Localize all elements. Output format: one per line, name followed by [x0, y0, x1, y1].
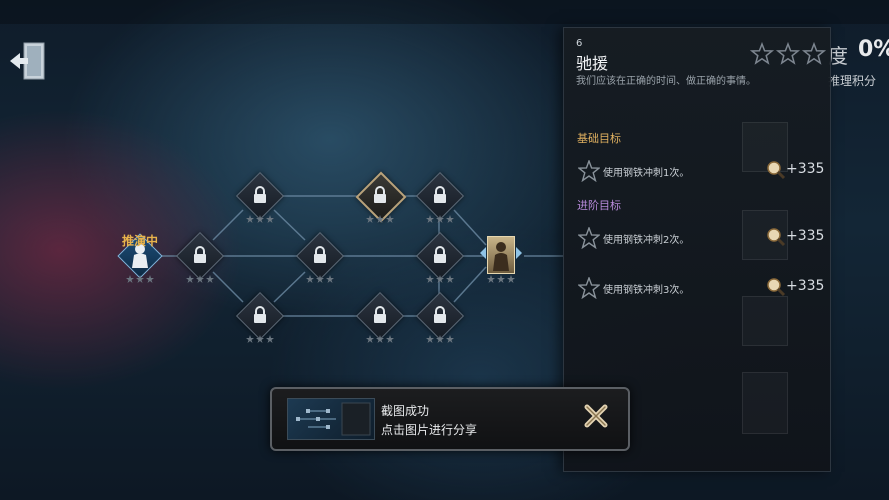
lock-icon: [434, 306, 446, 323]
map-node-locked[interactable]: [355, 291, 405, 343]
node-stars-icon: [426, 275, 454, 283]
node-stars-icon: [487, 275, 515, 283]
goal-text: 使用钢铁冲刺3次。: [603, 285, 690, 296]
map-node-chapter-portrait[interactable]: [478, 233, 524, 283]
node-stars-icon: [306, 275, 334, 283]
goal-text: 使用钢铁冲刺1次。: [603, 168, 690, 179]
close-icon[interactable]: [580, 400, 612, 432]
magnifier-icon: [767, 228, 786, 247]
node-stars-icon: [246, 335, 274, 343]
node-stars-icon: [366, 335, 394, 343]
map-node-locked[interactable]: [295, 231, 345, 283]
goal-row: 使用钢铁冲刺1次。 +335: [578, 160, 828, 182]
goal-row: 使用钢铁冲刺3次。 +335: [578, 277, 828, 299]
node-stars-icon: [246, 215, 274, 223]
map-node-locked[interactable]: [415, 171, 465, 223]
map-node-locked[interactable]: [415, 231, 465, 283]
node-stars-icon: [426, 335, 454, 343]
progress-label-clipped: 度: [828, 44, 848, 68]
map-node-locked[interactable]: [235, 171, 285, 223]
screenshot-thumbnail[interactable]: [287, 398, 375, 440]
node-stars-icon: [126, 275, 154, 283]
node-stars-icon: [186, 275, 214, 283]
goal-points: +335: [786, 228, 825, 244]
lock-icon: [374, 186, 386, 203]
map-node-locked[interactable]: [235, 291, 285, 343]
node-stars-icon: [426, 215, 454, 223]
progress-value: 0%: [858, 37, 889, 62]
chapter-number: 6: [576, 38, 583, 49]
magnifier-icon: [767, 278, 786, 297]
lock-icon: [434, 186, 446, 203]
goal-star-icon: [578, 227, 600, 249]
background-card: [742, 372, 788, 434]
lock-icon: [254, 186, 266, 203]
chapter-title: 驰援: [576, 54, 609, 73]
basic-goals-header: 基础目标: [577, 132, 621, 145]
map-node-selected[interactable]: [355, 171, 407, 223]
screenshot-preview-image: [296, 402, 371, 436]
toast-title: 截图成功: [381, 404, 430, 418]
background-card: [742, 296, 788, 346]
lock-icon: [314, 246, 326, 263]
goal-text: 使用钢铁冲刺2次。: [603, 235, 690, 246]
goal-star-icon: [578, 277, 600, 299]
current-node-label: 推演中: [122, 234, 159, 248]
map-node-locked[interactable]: [175, 231, 225, 283]
character-silhouette-icon: [493, 242, 509, 271]
advanced-goals-header: 进阶目标: [577, 199, 621, 212]
score-label-clipped: 推理积分: [828, 74, 877, 88]
lock-icon: [254, 306, 266, 323]
magnifier-icon: [767, 161, 786, 180]
chapter-subtitle: 我们应该在正确的时间、做正确的事情。: [576, 76, 756, 87]
lock-icon: [374, 306, 386, 323]
node-stars-icon: [366, 215, 394, 223]
map-node-locked[interactable]: [415, 291, 465, 343]
goal-row: 使用钢铁冲刺2次。 +335: [578, 227, 828, 249]
rating-stars-icon: [750, 42, 826, 65]
lock-icon: [194, 246, 206, 263]
character-portrait: [487, 236, 515, 274]
goal-star-icon: [578, 160, 600, 182]
goal-points: +335: [786, 278, 825, 294]
toast-subtitle: 点击图片进行分享: [381, 423, 478, 437]
lock-icon: [434, 246, 446, 263]
goal-points: +335: [786, 161, 825, 177]
